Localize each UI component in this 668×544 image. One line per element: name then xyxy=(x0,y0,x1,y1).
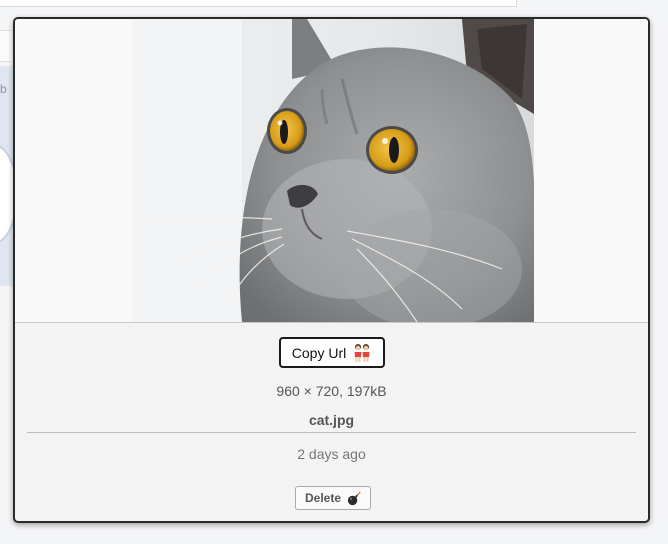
copy-url-label: Copy Url xyxy=(291,344,347,361)
delete-button[interactable]: Delete xyxy=(295,486,371,510)
cat-image xyxy=(132,19,534,322)
background-sidebar: b xyxy=(0,66,18,286)
bomb-icon xyxy=(347,491,361,505)
file-name: cat.jpg xyxy=(308,412,355,428)
image-preview-popup: Copy Url 960 × 720, 197kB cat.jpg 2 days… xyxy=(13,17,650,523)
image-preview-area xyxy=(15,19,648,323)
background-text-fragment: b xyxy=(0,82,7,96)
background-search-bar xyxy=(0,0,517,7)
copy-url-button[interactable]: Copy Url xyxy=(279,337,385,368)
upload-timestamp: 2 days ago xyxy=(297,446,366,462)
delete-label: Delete xyxy=(304,491,342,505)
divider xyxy=(27,432,636,433)
file-dimensions-size: 960 × 720, 197kB xyxy=(276,383,387,399)
two-people-icon xyxy=(354,343,370,362)
background-edge xyxy=(0,30,12,62)
